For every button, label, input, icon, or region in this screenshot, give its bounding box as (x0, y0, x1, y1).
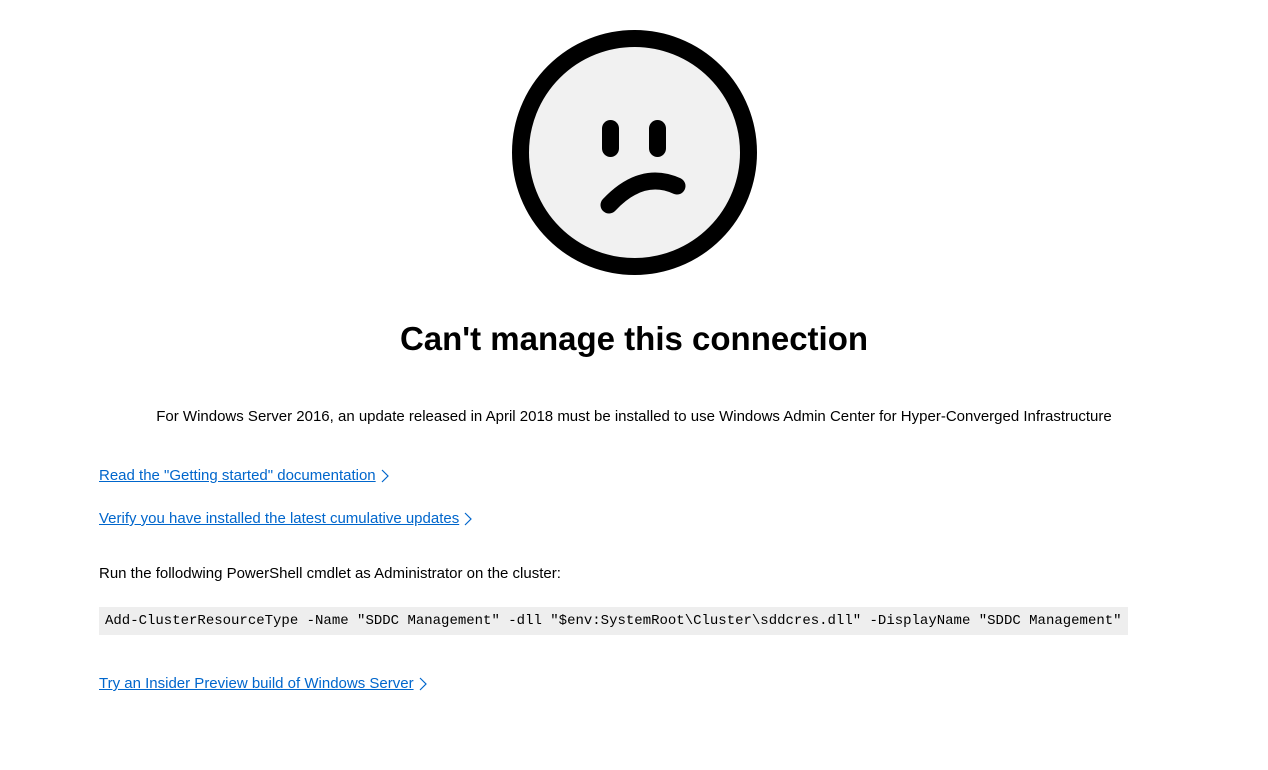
chevron-right-icon (380, 469, 390, 483)
chevron-right-icon (463, 512, 473, 526)
docs-link-row: Read the "Getting started" documentation (99, 467, 1169, 484)
verify-updates-link[interactable]: Verify you have installed the latest cum… (99, 510, 459, 527)
error-content: For Windows Server 2016, an update relea… (99, 408, 1169, 718)
sad-face-icon (512, 30, 757, 280)
insider-preview-link[interactable]: Try an Insider Preview build of Windows … (99, 675, 414, 692)
powershell-cmdlet: Add-ClusterResourceType -Name "SDDC Mana… (99, 607, 1128, 635)
chevron-right-icon (418, 677, 428, 691)
updates-link-row: Verify you have installed the latest cum… (99, 510, 1169, 527)
error-description: For Windows Server 2016, an update relea… (99, 408, 1169, 425)
powershell-instruction: Run the follodwing PowerShell cmdlet as … (99, 565, 1169, 582)
error-title: Can't manage this connection (400, 320, 868, 358)
read-docs-link[interactable]: Read the "Getting started" documentation (99, 467, 376, 484)
error-container: Can't manage this connection For Windows… (0, 0, 1268, 718)
insider-link-row: Try an Insider Preview build of Windows … (99, 675, 1169, 692)
